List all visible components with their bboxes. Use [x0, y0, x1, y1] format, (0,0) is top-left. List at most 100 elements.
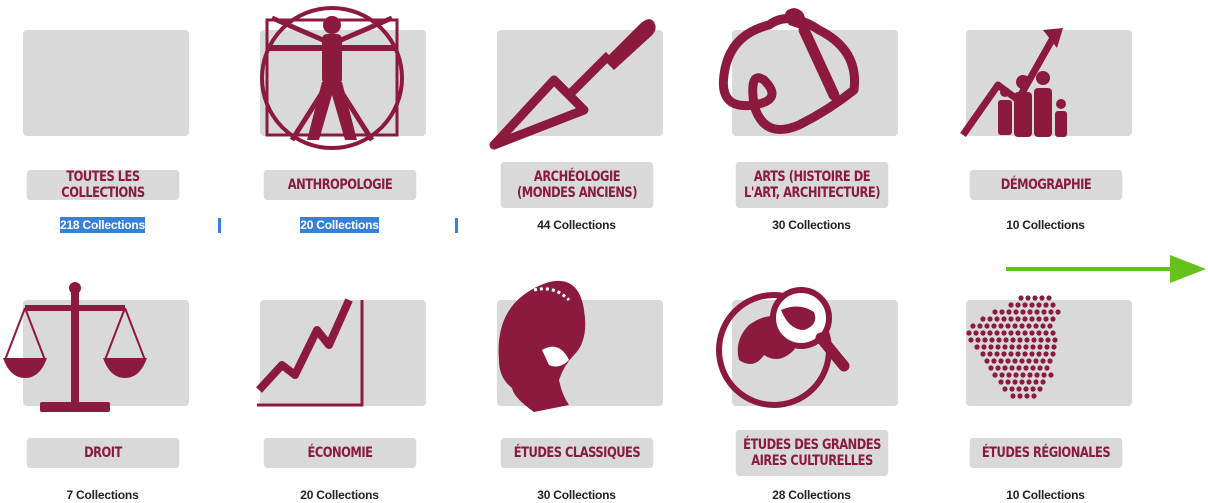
- map-dot: [1029, 302, 1035, 308]
- card-image-placeholder: [23, 30, 189, 136]
- collection-card-droit[interactable]: DROIT 7 Collections: [0, 270, 205, 503]
- map-dot: [1008, 302, 1014, 308]
- map-dot: [1019, 379, 1025, 385]
- map-dot: [988, 344, 994, 350]
- map-dot: [995, 365, 1001, 371]
- map-dot: [1026, 358, 1032, 364]
- collection-title[interactable]: ANTHROPOLOGIE: [263, 170, 417, 200]
- trowel-icon: [489, 19, 656, 150]
- map-dot: [1016, 386, 1022, 392]
- map-dot: [1050, 302, 1056, 308]
- map-dot: [1030, 365, 1036, 371]
- map-dot: [1034, 372, 1040, 378]
- collection-card-arts[interactable]: ARTS (HISTOIRE DE L'ART, ARCHITECTURE) 3…: [709, 0, 914, 240]
- collection-title[interactable]: ÉTUDES CLASSIQUES: [500, 438, 654, 468]
- map-dot: [1012, 379, 1018, 385]
- map-dot: [1036, 330, 1042, 336]
- arrow-right-icon[interactable]: [1000, 252, 1208, 286]
- collection-count: 20 Collections: [300, 217, 379, 233]
- collection-card-grandes-aires[interactable]: ÉTUDES DES GRANDES AIRES CULTURELLES 28 …: [709, 270, 914, 503]
- map-dot: [1005, 379, 1011, 385]
- vitruvian-man-icon: [260, 6, 404, 150]
- collection-title[interactable]: ÉCONOMIE: [263, 438, 417, 468]
- map-dot: [999, 309, 1005, 315]
- collection-title[interactable]: ÉTUDES DES GRANDES AIRES CULTURELLES: [735, 430, 889, 476]
- collection-card-etudes-regionales[interactable]: ÉTUDES RÉGIONALES 10 Collections: [943, 270, 1148, 503]
- map-dot: [1029, 316, 1035, 322]
- map-dot: [984, 358, 990, 364]
- map-dot: [1019, 358, 1025, 364]
- collection-count: 10 Collections: [1006, 488, 1085, 502]
- france-map-dots-icon: [966, 295, 1061, 399]
- map-dot: [1022, 351, 1028, 357]
- map-dot: [1005, 323, 1011, 329]
- map-dot: [992, 372, 998, 378]
- map-dot: [1051, 344, 1057, 350]
- map-dot: [1018, 295, 1024, 301]
- map-dot: [1041, 309, 1047, 315]
- map-dot: [1038, 337, 1044, 343]
- map-dot: [1036, 302, 1042, 308]
- map-dot: [1008, 330, 1014, 336]
- collection-count: 10 Collections: [1006, 218, 1085, 232]
- map-dot: [1043, 316, 1049, 322]
- collection-count: 30 Collections: [772, 218, 851, 232]
- line-chart-icon: [256, 298, 364, 407]
- map-dot: [1012, 358, 1018, 364]
- map-dot: [1037, 386, 1043, 392]
- collection-count: 7 Collections: [66, 488, 139, 502]
- collection-card-etudes-classiques[interactable]: ÉTUDES CLASSIQUES 30 Collections: [474, 270, 679, 503]
- map-dot: [1044, 344, 1050, 350]
- map-dot: [1030, 344, 1036, 350]
- map-dot: [1039, 295, 1045, 301]
- map-dot: [1050, 330, 1056, 336]
- collection-card-archeologie[interactable]: ARCHÉOLOGIE (MONDES ANCIENS) 44 Collecti…: [474, 0, 679, 240]
- map-dot: [1040, 379, 1046, 385]
- collection-card-toutes[interactable]: TOUTES LES COLLECTIONS 218 Collections: [0, 0, 205, 240]
- map-dot: [994, 330, 1000, 336]
- map-dot: [1009, 365, 1015, 371]
- map-dot: [1027, 309, 1033, 315]
- collection-title[interactable]: ARTS (HISTOIRE DE L'ART, ARCHITECTURE): [735, 162, 889, 208]
- map-dot: [1023, 365, 1029, 371]
- map-dot: [1002, 344, 1008, 350]
- map-dot: [975, 337, 981, 343]
- map-dot: [991, 323, 997, 329]
- map-dot: [977, 323, 983, 329]
- map-dot: [991, 358, 997, 364]
- map-dot: [1009, 344, 1015, 350]
- map-dot: [1002, 365, 1008, 371]
- map-dot: [1019, 323, 1025, 329]
- map-dot: [1031, 393, 1037, 399]
- map-dot: [1034, 309, 1040, 315]
- map-dot: [1015, 330, 1021, 336]
- map-dot: [1008, 351, 1014, 357]
- collection-count: 28 Collections: [772, 488, 851, 502]
- map-dot: [1017, 337, 1023, 343]
- collection-card-economie[interactable]: ÉCONOMIE 20 Collections: [237, 270, 442, 503]
- map-dot: [1020, 372, 1026, 378]
- collection-card-demographie[interactable]: DÉMOGRAPHIE 10 Collections: [943, 0, 1148, 240]
- map-dot: [1041, 372, 1047, 378]
- collection-title[interactable]: TOUTES LES COLLECTIONS: [26, 169, 180, 201]
- map-dot: [1026, 379, 1032, 385]
- text-cursor: [455, 218, 458, 233]
- text-cursor: [218, 218, 221, 233]
- collection-title[interactable]: ÉTUDES RÉGIONALES: [969, 438, 1123, 468]
- map-dot: [984, 323, 990, 329]
- map-dot: [1036, 316, 1042, 322]
- map-dot: [1027, 372, 1033, 378]
- map-dot: [1010, 337, 1016, 343]
- map-dot: [1023, 344, 1029, 350]
- map-dot: [1003, 337, 1009, 343]
- map-dot: [1001, 330, 1007, 336]
- map-dot: [1033, 379, 1039, 385]
- map-dot: [1032, 295, 1038, 301]
- collection-title[interactable]: DÉMOGRAPHIE: [969, 170, 1123, 200]
- map-dot: [1024, 337, 1030, 343]
- collection-title[interactable]: ARCHÉOLOGIE (MONDES ANCIENS): [500, 162, 654, 208]
- map-dot: [1022, 330, 1028, 336]
- collection-title[interactable]: DROIT: [26, 438, 180, 468]
- collection-card-anthropologie[interactable]: ANTHROPOLOGIE 20 Collections: [237, 0, 442, 240]
- map-dot: [1024, 393, 1030, 399]
